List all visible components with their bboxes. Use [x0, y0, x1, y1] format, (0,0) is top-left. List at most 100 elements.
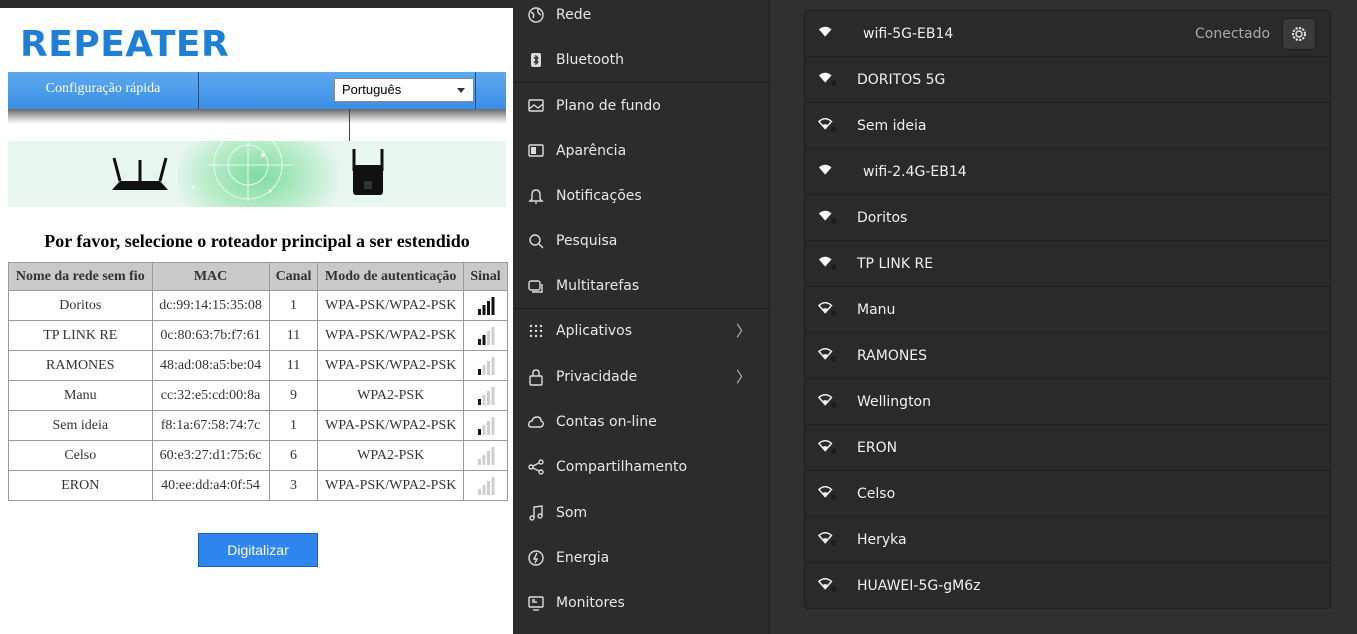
signal-bar [477, 308, 481, 315]
sidebar-item-compartilhamento[interactable]: Compartilhamento [513, 444, 769, 489]
sidebar-item-label: Compartilhamento [556, 458, 688, 475]
signal-bar [491, 356, 495, 375]
signal-bar [482, 304, 486, 315]
sidebar-item-monitores[interactable]: Monitores [513, 580, 769, 625]
wifi-network-row[interactable]: Manu [805, 287, 1330, 333]
table-row[interactable]: Sem ideia f8:1a:67:58:74:7c 1 WPA-PSK/WPA2-… [8, 410, 508, 441]
network-settings-button[interactable] [1282, 18, 1316, 50]
cell-signal [463, 410, 508, 441]
wifi-network-name: RAMONES [857, 348, 928, 364]
lock-icon [831, 126, 836, 132]
signal-bar [491, 476, 495, 495]
table-row[interactable]: ERON 40:ee:dd:a4:0f:54 3 WPA-PSK/WPA2-PSK [8, 470, 508, 501]
col-header-ssid: Nome da rede sem fio [8, 262, 153, 291]
nav-quick-setup[interactable]: Configuração rápida [8, 72, 198, 109]
nav-separator [349, 109, 350, 141]
wifi-secured-icon [818, 72, 836, 86]
signal-bar [482, 454, 486, 465]
cell-channel: 3 [268, 470, 319, 501]
sidebar-item-label: Privacidade [556, 368, 638, 385]
wifi-network-row[interactable]: Sem ideia [805, 103, 1330, 149]
lock-icon [831, 80, 836, 86]
cell-signal [463, 440, 508, 471]
cell-channel: 1 [268, 410, 319, 441]
sidebar-item-energia[interactable]: Energia [513, 535, 769, 580]
sidebar-item-multitarefas[interactable]: Multitarefas [513, 263, 769, 308]
cell-mac: 60:e3:27:d1:75:6c [151, 440, 270, 471]
wifi-network-row[interactable]: ERON [805, 425, 1330, 471]
power-icon [527, 549, 545, 567]
cell-signal [463, 380, 508, 411]
cell-ssid: ERON [8, 470, 153, 501]
wifi-network-name: Celso [857, 486, 896, 502]
cell-auth: WPA-PSK/WPA2-PSK [317, 470, 465, 501]
wifi-secured-icon [818, 256, 836, 270]
table-row[interactable]: Doritos dc:99:14:15:35:08 1 WPA-PSK/WPA2-PS… [8, 290, 508, 321]
signal-bar [482, 484, 486, 495]
sidebar-item-rede[interactable]: Rede [513, 0, 769, 37]
sidebar-item-som[interactable]: Som [513, 490, 769, 535]
wifi-network-row[interactable]: Wellington [805, 379, 1330, 425]
wifi-secured-icon [818, 210, 836, 224]
table-row[interactable]: Manu cc:32:e5:cd:00:8a 9 WPA2-PSK [8, 380, 508, 411]
wifi-network-row[interactable]: Doritos [805, 195, 1330, 241]
signal-bar [477, 338, 481, 345]
wifi-network-row[interactable]: RAMONES [805, 333, 1330, 379]
wifi-network-row[interactable]: HUAWEI-5G-gM6z [805, 563, 1330, 608]
sidebar-item-contas-on-line[interactable]: Contas on-line [513, 399, 769, 444]
signal-strength-icon [477, 476, 495, 495]
sidebar-separator [513, 308, 769, 309]
signal-bar [477, 398, 481, 405]
cell-auth: WPA2-PSK [317, 380, 465, 411]
sidebar-separator [513, 82, 769, 83]
table-row[interactable]: TP LINK RE 0c:80:63:7b:f7:61 11 WPA-PSK/WPA… [8, 320, 508, 351]
wifi-secured-icon [818, 531, 836, 546]
music-note-icon [527, 504, 545, 522]
signal-bar [491, 296, 495, 315]
cell-ssid: TP LINK RE [8, 320, 153, 351]
sidebar-item-notifica-es[interactable]: Notificações [513, 173, 769, 218]
wifi-secured-icon [818, 117, 836, 132]
language-select[interactable]: Português [334, 78, 474, 102]
sidebar-item-aplicativos[interactable]: Aplicativos 〉 [513, 308, 769, 353]
table-row[interactable]: RAMONES 48:ad:08:a5:be:04 11 WPA-PSK/WPA2-P… [8, 350, 508, 381]
wifi-secured-icon [818, 485, 836, 500]
signal-bar [482, 394, 486, 405]
wifi-network-name: HUAWEI-5G-gM6z [857, 578, 981, 594]
cell-ssid: Manu [8, 380, 153, 411]
wifi-network-row[interactable]: DORITOS 5G [805, 57, 1330, 103]
sidebar-item-label: Aplicativos [556, 322, 633, 339]
repeater-webpage: REPEATER Configuração rápida Português P… [0, 0, 513, 634]
cell-mac: dc:99:14:15:35:08 [151, 290, 270, 321]
wifi-network-row[interactable]: Celso [805, 471, 1330, 517]
table-header-row: Nome da rede sem fio MAC Canal Modo de a… [8, 262, 508, 291]
cell-mac: 40:ee:dd:a4:0f:54 [151, 470, 270, 501]
sidebar-item-plano-de-fundo[interactable]: Plano de fundo [513, 83, 769, 128]
wifi-network-name: Sem ideia [857, 118, 927, 134]
sidebar-item-pesquisa[interactable]: Pesquisa [513, 218, 769, 263]
lock-icon [831, 264, 836, 270]
table-row[interactable]: Celso 60:e3:27:d1:75:6c 6 WPA2-PSK [8, 440, 508, 471]
signal-bar [477, 458, 481, 465]
sidebar-item-bluetooth[interactable]: Bluetooth [513, 37, 769, 82]
signal-strength-icon [477, 386, 495, 405]
monitor-icon [527, 594, 545, 612]
wifi-network-row[interactable]: TP LINK RE [805, 241, 1330, 287]
wifi-network-row[interactable]: wifi-5G-EB14 Conectado [805, 11, 1330, 57]
signal-bar [486, 420, 490, 435]
signal-bar [477, 368, 481, 375]
wifi-network-name: Wellington [857, 394, 931, 410]
cell-mac: cc:32:e5:cd:00:8a [151, 380, 270, 411]
wifi-secured-icon [818, 577, 836, 592]
sidebar-item-label: Energia [556, 549, 610, 566]
wifi-network-row[interactable]: Heryka [805, 517, 1330, 563]
sidebar-item-privacidade[interactable]: Privacidade 〉 [513, 354, 769, 399]
cell-auth: WPA-PSK/WPA2-PSK [317, 290, 465, 321]
network-table: Nome da rede sem fio MAC Canal Modo de a… [8, 262, 508, 501]
page-heading: Por favor, selecione o roteador principa… [44, 231, 470, 251]
nav-separator [475, 72, 476, 109]
signal-strength-icon [477, 296, 495, 315]
scan-button[interactable]: Digitalizar [198, 533, 318, 567]
wifi-network-row[interactable]: wifi-2.4G-EB14 [805, 149, 1330, 195]
sidebar-item-apar-ncia[interactable]: Aparência [513, 128, 769, 173]
